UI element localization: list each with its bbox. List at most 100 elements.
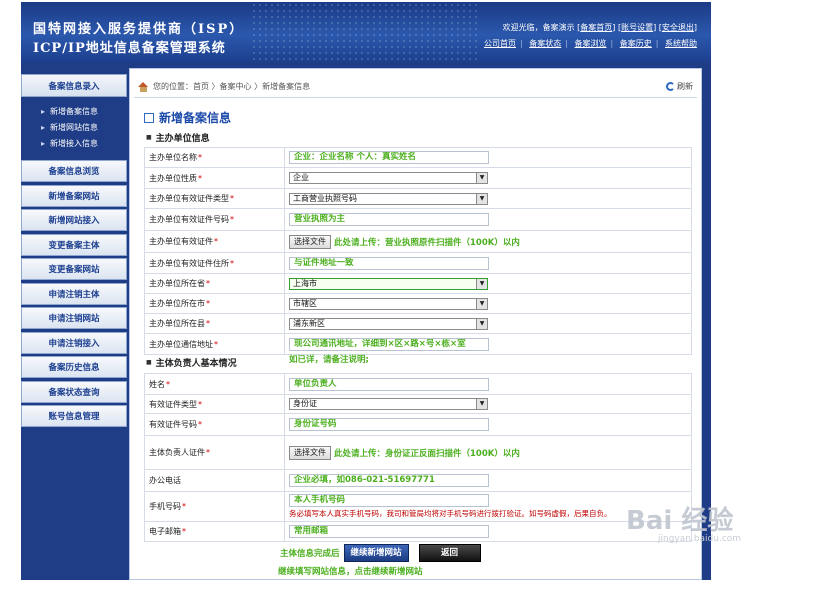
sidebar-head-entry[interactable]: 备案信息录入 <box>21 74 127 97</box>
sidebar-item-cancel-subject[interactable]: 申请注销主体 <box>21 282 127 305</box>
table-row: 有效证件号码* 身份证号码 <box>144 413 692 436</box>
sidebar-sub-new-site[interactable]: 新增网站信息 <box>41 120 127 136</box>
required-mark: * <box>230 215 234 224</box>
field-label: 主办单位名称 <box>149 153 197 162</box>
sidebar-sub-new-access[interactable]: 新增接入信息 <box>41 136 127 152</box>
select-value: 工商营业执照号码 <box>293 193 357 203</box>
sidebar-item-add-access[interactable]: 新增网站接入 <box>21 209 127 231</box>
sponsor-address-input[interactable]: 现公司通讯地址，详细到×区×路×号×栋×室 <box>289 337 489 351</box>
sidebar-item-account[interactable]: 账号信息管理 <box>21 405 127 427</box>
table-row: 主办单位所在县* 浦东新区 ▼ <box>144 313 692 334</box>
actions-prefix: 主体信息完成后 <box>280 549 340 559</box>
sidebar-item-change-subject[interactable]: 变更备案主体 <box>21 233 127 256</box>
sponsor-nature-select[interactable]: 企业 ▼ <box>289 172 488 184</box>
table-row: 主办单位名称* 企业：企业名称 个人：真实姓名 <box>144 147 692 168</box>
required-mark: * <box>206 299 210 308</box>
table-row: 主办单位有效证件类型* 工商营业执照号码 ▼ <box>144 188 692 209</box>
field-label: 主办单位有效证件类型 <box>149 194 229 203</box>
table-row: 主办单位有效证件* 选择文件 此处请上传：营业执照原件扫描件（100K）以内 <box>144 230 692 253</box>
required-mark: * <box>230 194 234 203</box>
sidebar-sub-new-record[interactable]: 新增备案信息 <box>41 104 127 120</box>
choose-file-button[interactable]: 选择文件 <box>289 234 331 249</box>
field-label: 主办单位有效证件 <box>149 237 213 246</box>
sidebar-item-status-query[interactable]: 备案状态查询 <box>21 380 127 403</box>
select-value: 浦东新区 <box>293 318 325 328</box>
field-label: 主办单位有效证件号码 <box>149 215 229 224</box>
sidebar-item-browse[interactable]: 备案信息浏览 <box>21 160 127 182</box>
nav-company-home[interactable]: 公司首页 <box>484 39 516 48</box>
section-title-principal: 主体负责人基本情况 <box>146 356 237 369</box>
required-mark: * <box>214 237 218 246</box>
required-mark: * <box>198 153 202 162</box>
header-links: 欢迎光临，备案演示 [备案首页] [账号设置] [安全退出] 公司首页 | 备案状… <box>484 23 697 48</box>
field-label: 有效证件类型 <box>149 399 197 409</box>
county-select[interactable]: 浦东新区 ▼ <box>289 317 488 330</box>
principal-cert-number-input[interactable]: 身份证号码 <box>289 418 489 431</box>
table-row: 电子邮箱* 常用邮箱 <box>144 521 692 542</box>
page-title-text: 新增备案信息 <box>159 111 232 125</box>
required-mark: * <box>198 173 202 183</box>
chevron-down-icon: ▼ <box>476 193 487 204</box>
chevron-down-icon: ▼ <box>476 318 487 329</box>
chevron-down-icon: ▼ <box>476 173 487 183</box>
field-label: 主体负责人证件 <box>149 448 205 457</box>
nav-history[interactable]: 备案历史 <box>620 39 652 48</box>
app-window: 国特网接入服务提供商（ISP） ICP/IP地址信息备案管理系统 欢迎光临，备案… <box>21 2 711 580</box>
mobile-input[interactable]: 本人手机号码 <box>289 494 489 507</box>
sponsor-cert-type-select[interactable]: 工商营业执照号码 ▼ <box>289 192 488 205</box>
principal-cert-type-select[interactable]: 身份证 ▼ <box>289 398 488 410</box>
address-note: 如已详，请备注说明; <box>289 355 369 365</box>
back-button[interactable]: 返回 <box>418 544 481 562</box>
required-mark: * <box>198 420 202 429</box>
required-mark: * <box>206 448 210 457</box>
nav-browse[interactable]: 备案浏览 <box>575 39 607 48</box>
email-input[interactable]: 常用邮箱 <box>289 525 489 538</box>
choose-file-button[interactable]: 选择文件 <box>289 445 331 460</box>
nav-status[interactable]: 备案状态 <box>529 39 561 48</box>
refresh-label: 刷新 <box>677 82 693 91</box>
breadcrumb: 您的位置：首页 〉备案中心 〉新增备案信息 <box>138 81 310 92</box>
sidebar-item-cancel-access[interactable]: 申请注销接入 <box>21 331 127 354</box>
required-mark: * <box>206 279 210 288</box>
sponsor-cert-address-input[interactable]: 与证件地址一致 <box>289 256 489 270</box>
city-select[interactable]: 市辖区 ▼ <box>289 297 488 310</box>
province-select[interactable]: 上海市 ▼ <box>289 277 488 290</box>
link-home[interactable]: 备案首页 <box>580 23 612 32</box>
sidebar-item-add-site[interactable]: 新增备案网站 <box>21 184 127 207</box>
continue-add-site-button[interactable]: 继续新增网站 <box>343 544 409 562</box>
required-mark: * <box>182 527 186 536</box>
sponsor-cert-number-input[interactable]: 营业执照为主 <box>289 213 489 226</box>
title-box-icon <box>144 112 154 123</box>
refresh-button[interactable]: 刷新 <box>666 81 693 92</box>
upload-hint: 此处请上传：营业执照原件扫描件（100K）以内 <box>334 237 520 248</box>
sidebar: 备案信息录入 新增备案信息 新增网站信息 新增接入信息 备案信息浏览 新增备案网… <box>21 74 127 430</box>
brand-title: 国特网接入服务提供商（ISP） <box>33 22 245 37</box>
link-account-settings[interactable]: 账号设置 <box>621 23 653 32</box>
select-value: 身份证 <box>293 399 317 408</box>
principal-name-input[interactable]: 单位负责人 <box>289 377 489 391</box>
sidebar-item-change-site[interactable]: 变更备案网站 <box>21 258 127 280</box>
table-row: 主办单位有效证件号码* 营业执照为主 <box>144 208 692 231</box>
field-label: 有效证件号码 <box>149 420 197 429</box>
field-label: 主办单位性质 <box>149 173 197 183</box>
table-row: 主办单位所在市* 市辖区 ▼ <box>144 293 692 314</box>
required-mark: * <box>230 258 234 268</box>
office-phone-input[interactable]: 企业必填，如086-021-51697771 <box>289 474 489 487</box>
breadcrumb-text: 您的位置：首页 〉备案中心 〉新增备案信息 <box>153 82 311 91</box>
welcome-text: 欢迎光临，备案演示 <box>502 23 575 32</box>
table-row: 主办单位所在省* 上海市 ▼ <box>144 273 692 294</box>
sponsor-name-input[interactable]: 企业：企业名称 个人：真实姓名 <box>289 151 489 164</box>
sponsor-form-table: 主办单位名称* 企业：企业名称 个人：真实姓名 主办单位性质* 企业 ▼ 主办单位… <box>144 147 692 365</box>
sidebar-item-cancel-site[interactable]: 申请注销网站 <box>21 307 127 329</box>
refresh-icon <box>666 82 675 91</box>
table-row: 姓名* 单位负责人 <box>144 373 692 395</box>
system-title: ICP/IP地址信息备案管理系统 <box>33 41 226 56</box>
upload-hint: 此处请上传：身份证正反面扫描件（100K）以内 <box>334 448 520 459</box>
divider <box>134 97 697 98</box>
page-title: 新增备案信息 <box>144 109 231 126</box>
field-label: 办公电话 <box>149 476 181 485</box>
sidebar-item-history[interactable]: 备案历史信息 <box>21 356 127 378</box>
link-logout[interactable]: 安全退出 <box>662 23 694 32</box>
field-label: 电子邮箱 <box>149 527 181 536</box>
nav-help[interactable]: 系统帮助 <box>665 39 697 48</box>
